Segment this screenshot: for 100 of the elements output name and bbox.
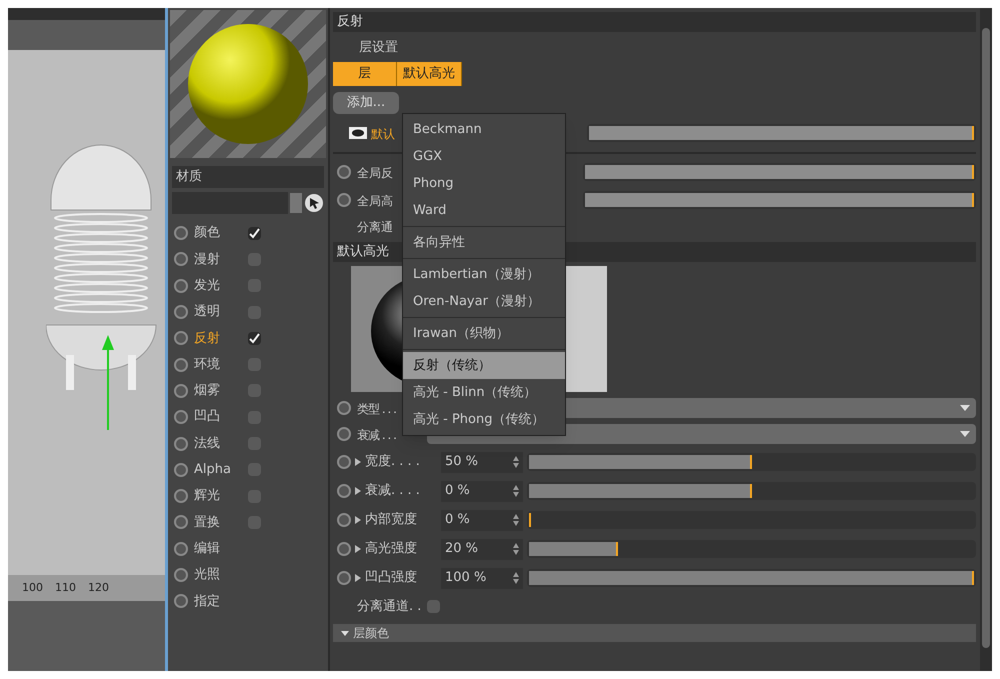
channel-item[interactable]: 置换 — [174, 509, 322, 536]
channel-item[interactable]: 颜色 — [174, 220, 322, 246]
expand-arrow-icon[interactable] — [355, 458, 361, 466]
expand-arrow-icon[interactable] — [355, 487, 361, 495]
radio-button[interactable] — [337, 426, 351, 440]
radio-button[interactable] — [337, 513, 351, 527]
channel-label: 指定 — [194, 592, 221, 611]
param-label: 高光强度 — [365, 540, 418, 558]
radio-button[interactable] — [174, 568, 188, 582]
radio-button[interactable] — [174, 384, 188, 398]
expand-arrow-icon[interactable] — [355, 545, 361, 553]
separate-label: 分离通 — [357, 218, 394, 236]
radio-button[interactable] — [174, 489, 188, 504]
value-field[interactable]: 50 % — [441, 452, 523, 472]
menu-item[interactable]: Ward — [403, 197, 565, 224]
value-field[interactable]: 0 % — [441, 480, 523, 502]
menu-item[interactable]: 高光 - Phong（传统） — [403, 406, 565, 433]
channel-item[interactable]: 发光 — [174, 272, 322, 299]
channel-item[interactable]: 透明 — [174, 298, 322, 326]
channel-label: 透明 — [194, 303, 221, 322]
scrollbar[interactable] — [980, 8, 992, 671]
radio-button[interactable] — [337, 192, 351, 206]
radio-button[interactable] — [337, 484, 351, 498]
checkbox[interactable] — [248, 226, 261, 240]
section-header: 反射 — [333, 12, 976, 32]
checkbox[interactable] — [427, 600, 440, 613]
sphere-icon — [186, 22, 310, 146]
radio-button[interactable] — [174, 594, 188, 608]
param-label: 衰减. . . . — [365, 482, 421, 500]
tab[interactable]: 默认高光 — [397, 62, 462, 86]
radio-button[interactable] — [174, 358, 188, 372]
global-label: 全局高 — [357, 194, 393, 208]
channel-label: 环境 — [194, 356, 221, 374]
channel-label: 凹凸 — [194, 408, 221, 426]
radio-button[interactable] — [174, 542, 188, 556]
radio-button[interactable] — [174, 226, 188, 240]
radio-button[interactable] — [174, 278, 188, 293]
material-name[interactable]: 材质 — [172, 166, 324, 188]
channel-item[interactable]: 凹凸 — [174, 404, 322, 430]
section-header[interactable]: 层颜色 — [333, 624, 976, 642]
caret-icon — [960, 404, 970, 410]
ruler-label: 120 — [88, 580, 109, 596]
channel-label: 置换 — [194, 514, 221, 532]
menu-item[interactable]: Irawan（织物） — [403, 320, 565, 347]
spinner-icon[interactable] — [513, 456, 519, 468]
radio-button[interactable] — [174, 515, 188, 530]
menu-item[interactable]: Oren-Nayar（漫射） — [403, 288, 565, 315]
param-label: 衰减 . . . — [357, 428, 396, 442]
value-field[interactable]: 0 % — [441, 510, 523, 530]
channel-item[interactable]: 环境 — [174, 351, 322, 378]
value-field[interactable]: 100 % — [441, 568, 523, 588]
layer-name[interactable]: 默认 — [371, 126, 395, 140]
menu-item[interactable]: Phong — [403, 170, 565, 197]
checkmark-icon — [249, 332, 260, 344]
eye-icon[interactable] — [349, 126, 367, 138]
menu-item[interactable]: 反射（传统） — [403, 352, 565, 379]
radio-button[interactable] — [174, 305, 188, 320]
add-button[interactable]: 添加... — [333, 92, 399, 114]
radio-button[interactable] — [337, 164, 351, 178]
menu-item[interactable]: GGX — [403, 143, 565, 170]
channel-item[interactable]: 指定 — [174, 588, 322, 614]
radio-button[interactable] — [337, 542, 351, 556]
slider-track[interactable] — [527, 482, 976, 500]
radio-button[interactable] — [174, 331, 188, 346]
value-field[interactable]: 20 % — [441, 538, 523, 560]
caret-icon — [960, 430, 970, 436]
channel-item[interactable]: 法线 — [174, 430, 322, 457]
channel-label: 反射 — [194, 330, 221, 348]
radio-button[interactable] — [337, 455, 351, 469]
channel-item[interactable]: 光照 — [174, 562, 322, 588]
channel-item[interactable]: 烟雾 — [174, 378, 322, 404]
spinner-icon[interactable] — [513, 485, 519, 497]
radio-button[interactable] — [337, 571, 351, 585]
slider-track[interactable] — [527, 453, 976, 471]
channel-item[interactable]: 辉光 — [174, 482, 322, 510]
spinner-icon[interactable] — [513, 543, 519, 555]
menu-item[interactable]: Beckmann — [403, 116, 565, 143]
radio-button[interactable] — [174, 436, 188, 451]
radio-button[interactable] — [174, 462, 188, 477]
menu-item[interactable]: 各向异性 — [403, 229, 565, 256]
radio-button[interactable] — [337, 400, 351, 414]
channel-item[interactable]: 编辑 — [174, 536, 322, 562]
menu-item[interactable]: 高光 - Blinn（传统） — [403, 379, 565, 406]
radio-button[interactable] — [174, 410, 188, 424]
spinner-icon[interactable] — [513, 572, 519, 584]
channel-label: Alpha — [194, 461, 232, 480]
channel-item[interactable]: 漫射 — [174, 246, 322, 273]
slider-track[interactable] — [527, 540, 976, 558]
checkmark-icon — [249, 228, 260, 239]
expand-arrow-icon[interactable] — [355, 574, 361, 582]
slider-track[interactable] — [527, 511, 976, 529]
checkbox[interactable] — [248, 332, 261, 345]
tab[interactable]: 层 — [333, 62, 397, 86]
menu-item[interactable]: Lambertian（漫射） — [403, 261, 565, 288]
channel-item[interactable]: 反射 — [174, 325, 322, 352]
channel-item[interactable]: Alpha — [174, 456, 322, 483]
pointer-icon[interactable] — [304, 193, 324, 213]
expand-arrow-icon[interactable] — [355, 516, 361, 524]
spinner-icon[interactable] — [513, 514, 519, 526]
radio-button[interactable] — [174, 252, 188, 266]
